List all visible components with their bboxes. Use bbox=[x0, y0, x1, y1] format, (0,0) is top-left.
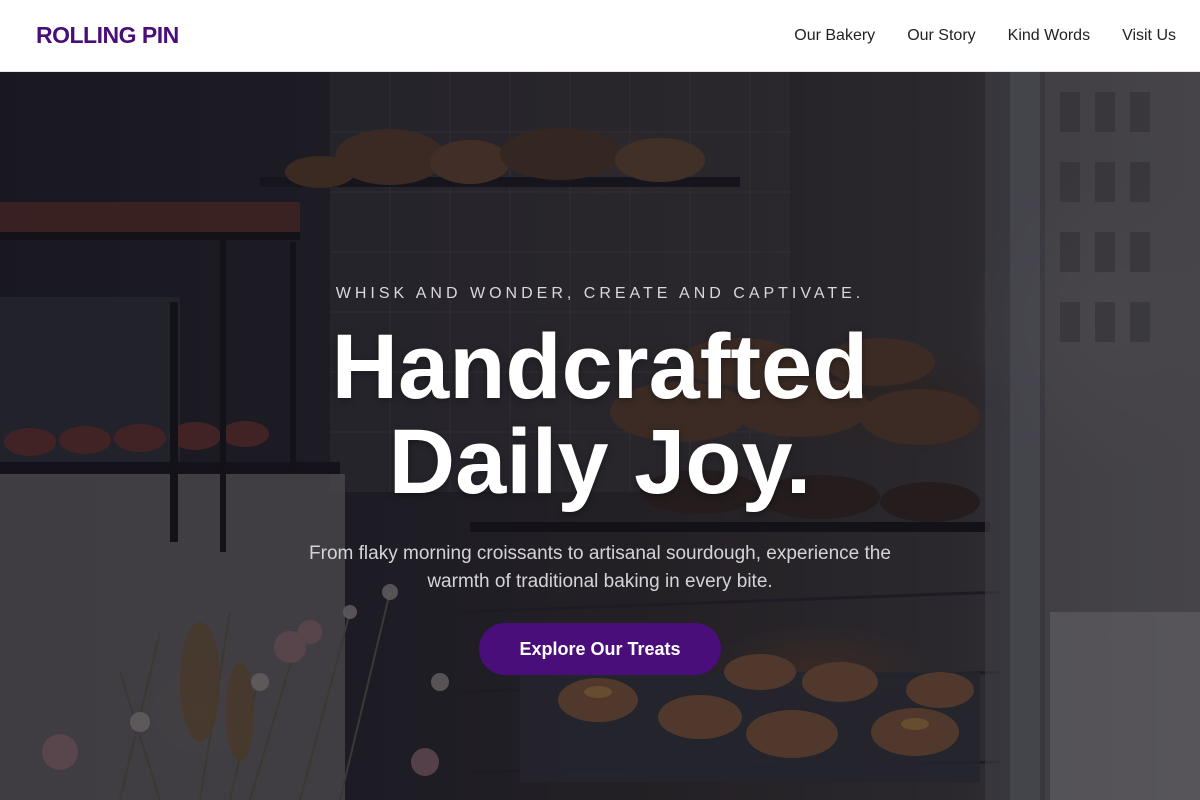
explore-treats-button[interactable]: Explore Our Treats bbox=[479, 623, 721, 675]
hero-headline-line-2: Daily Joy. bbox=[388, 411, 812, 513]
hero-headline-line-1: Handcrafted bbox=[331, 316, 869, 418]
site-header: ROLLING PIN Our Bakery Our Story Kind Wo… bbox=[0, 0, 1200, 72]
nav-link-kind-words[interactable]: Kind Words bbox=[1008, 27, 1090, 44]
hero-subtitle: From flaky morning croissants to artisan… bbox=[309, 543, 891, 592]
main-nav: Our Bakery Our Story Kind Words Visit Us bbox=[794, 27, 1176, 44]
hero-content: Whisk and Wonder, Create and Captivate. … bbox=[0, 72, 1200, 800]
nav-link-visit-us[interactable]: Visit Us bbox=[1122, 27, 1176, 44]
nav-link-our-story[interactable]: Our Story bbox=[907, 27, 975, 44]
brand-logo[interactable]: ROLLING PIN bbox=[36, 22, 179, 49]
nav-link-our-bakery[interactable]: Our Bakery bbox=[794, 27, 875, 44]
hero-section: Whisk and Wonder, Create and Captivate. … bbox=[0, 72, 1200, 800]
hero-headline: Handcrafted Daily Joy. bbox=[0, 320, 1200, 510]
hero-tagline: Whisk and Wonder, Create and Captivate. bbox=[335, 285, 865, 302]
